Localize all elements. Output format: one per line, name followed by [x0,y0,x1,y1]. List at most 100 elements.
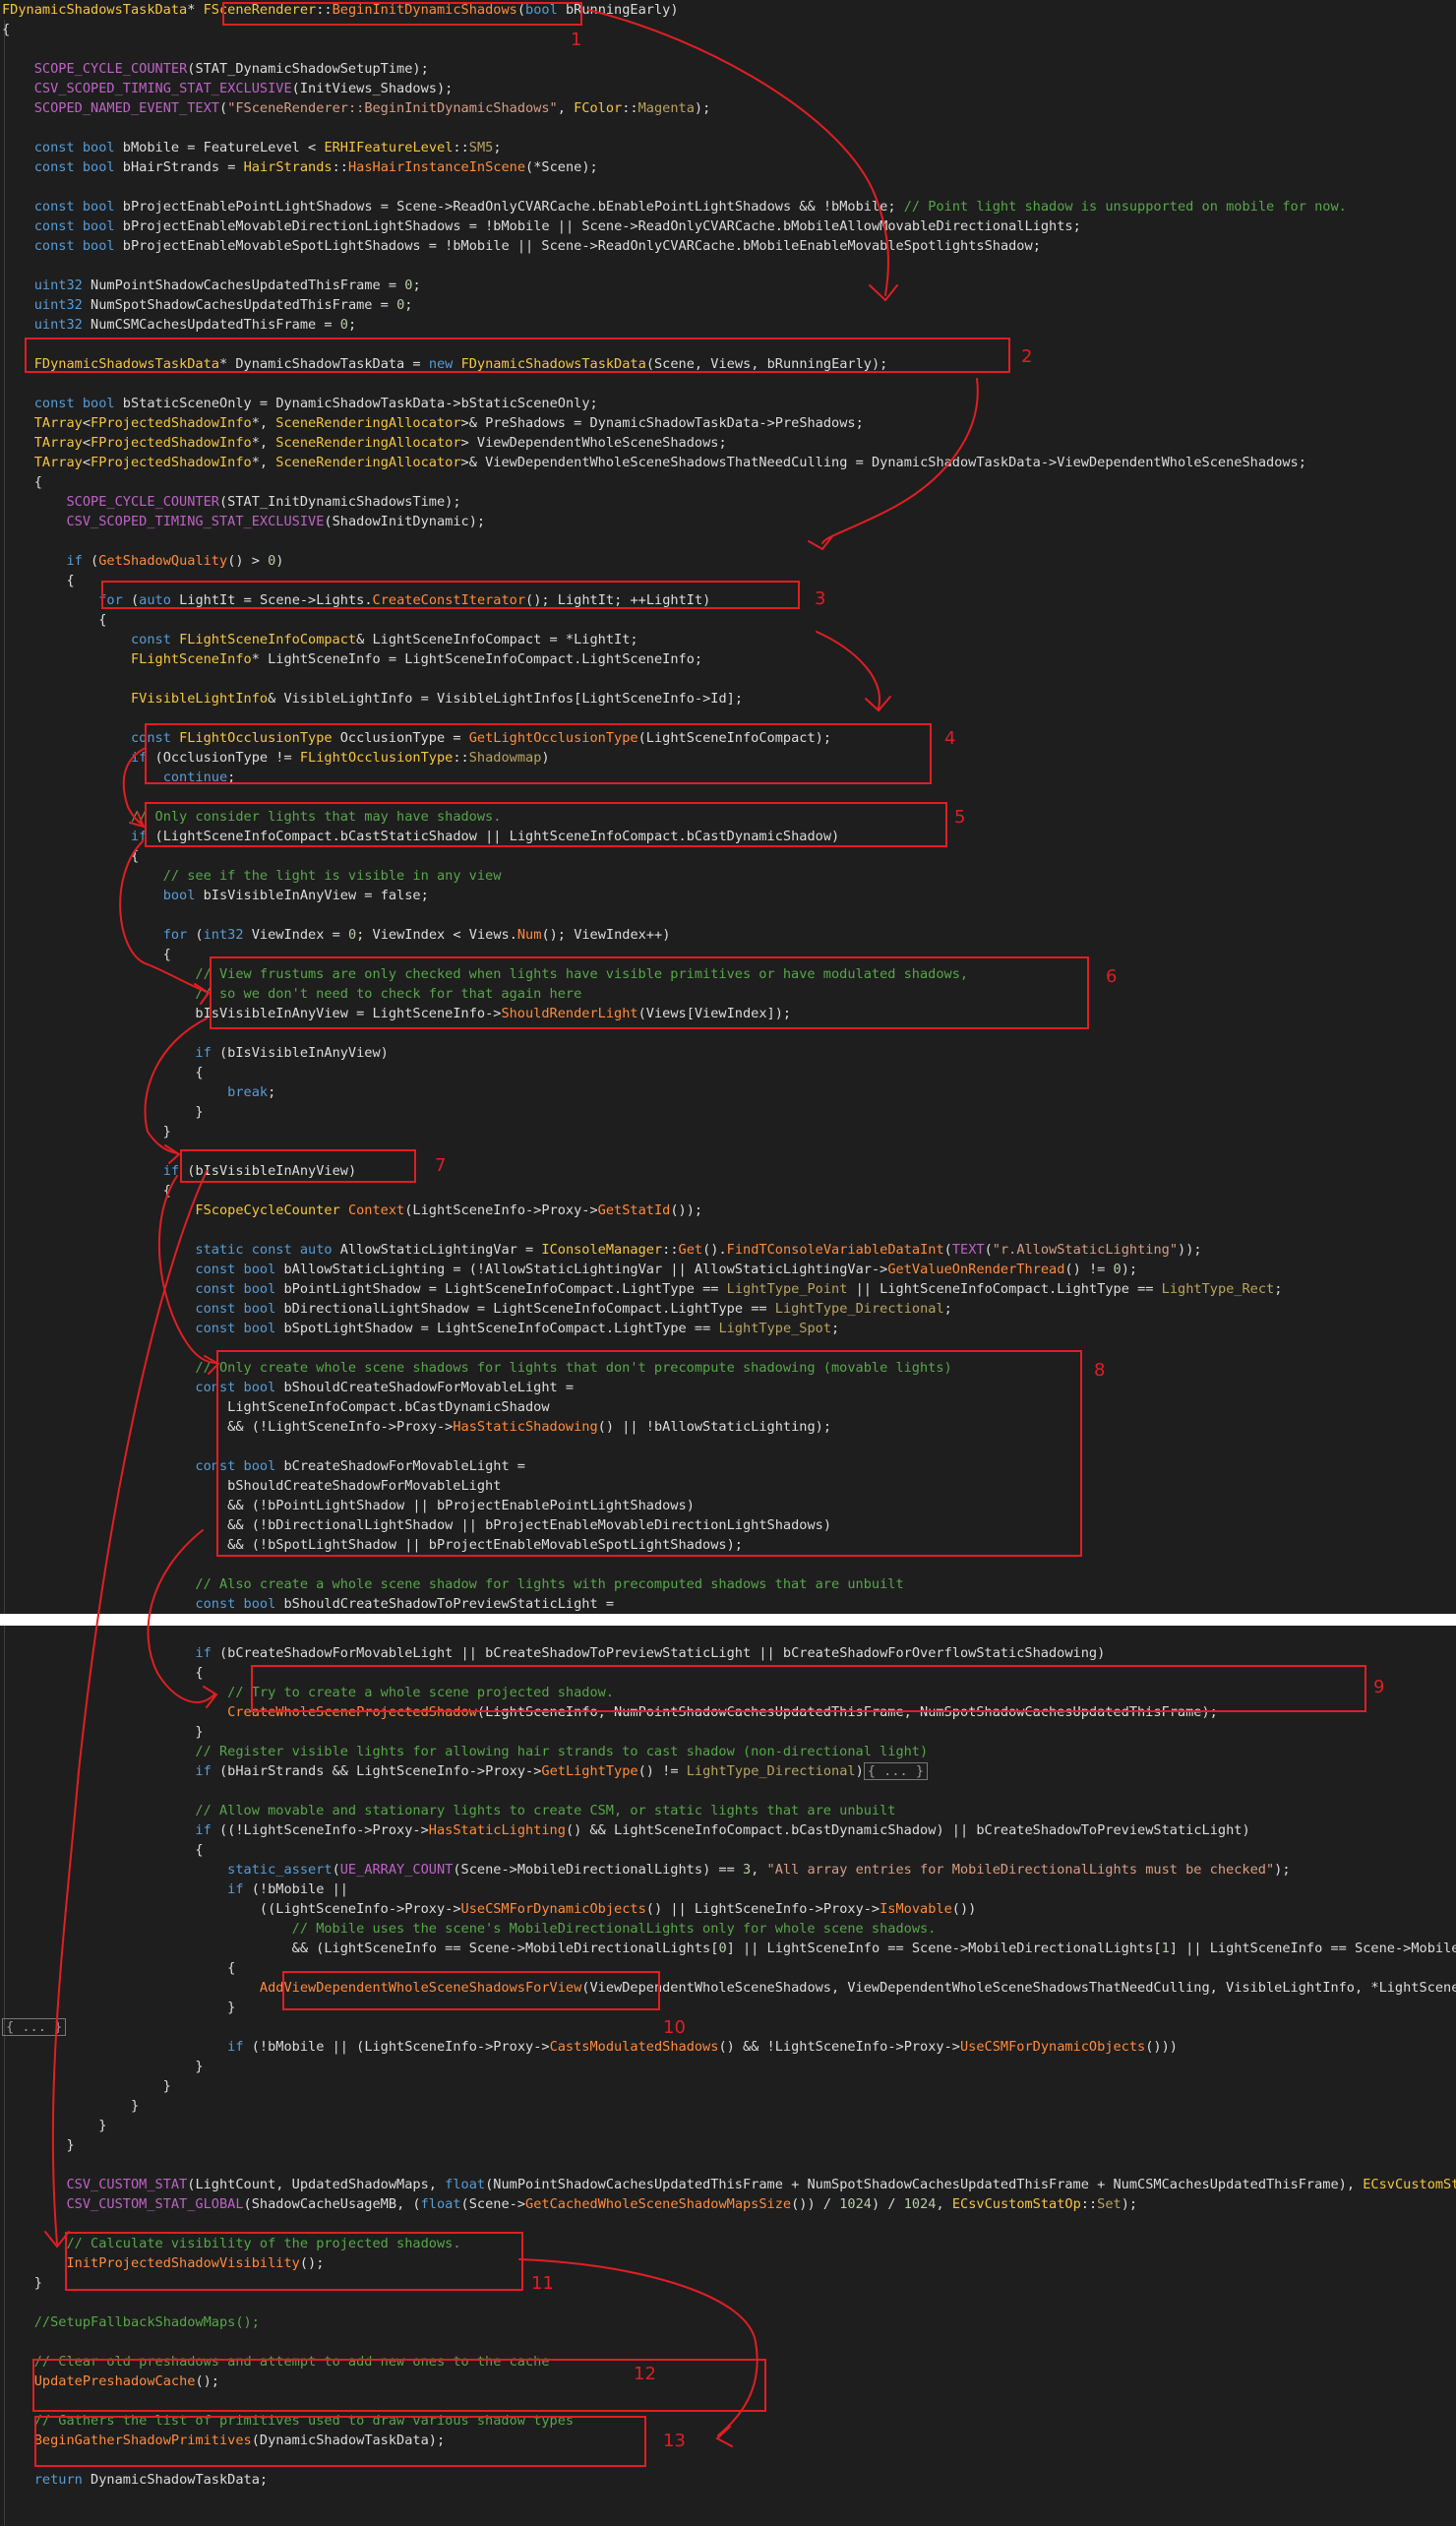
code-line[interactable]: // Also create a whole scene shadow for … [2,1574,903,1594]
annotation-number: 4 [944,728,956,749]
annotation-box [101,581,800,609]
code-line[interactable]: // Allow movable and stationary lights t… [2,1801,895,1820]
code-line[interactable]: && (LightSceneInfo == Scene->MobileDirec… [2,1939,1456,1958]
annotation-box [180,1149,416,1183]
code-line[interactable]: } [2,2273,42,2293]
code-line[interactable]: const bool bShouldCreateShadowToPreviewS… [2,1594,614,1614]
code-line[interactable]: { [2,846,139,866]
code-line[interactable]: } [2,2096,139,2116]
code-line[interactable]: TArray<FProjectedShadowInfo*, SceneRende… [2,433,727,453]
code-line[interactable]: if (GetShadowQuality() > 0) [2,551,283,571]
code-line[interactable]: const bool bProjectEnableMovableSpotLigh… [2,236,1041,256]
code-line[interactable]: { [2,945,171,964]
code-line[interactable]: { [2,571,74,590]
code-line[interactable]: { [2,1063,203,1082]
annotation-box [216,1350,1082,1557]
code-line[interactable]: FLightSceneInfo* LightSceneInfo = LightS… [2,649,702,669]
code-line[interactable]: const bool bMobile = FeatureLevel < ERHI… [2,138,502,157]
code-line[interactable]: if (bIsVisibleInAnyView) [2,1043,388,1063]
annotation-box [210,956,1089,1029]
code-line[interactable]: CSV_CUSTOM_STAT_GLOBAL(ShadowCacheUsageM… [2,2194,1137,2214]
code-line[interactable]: break; [2,1082,275,1102]
code-line[interactable]: { [2,1958,235,1978]
annotation-number: 10 [663,2017,686,2038]
annotation-number: 9 [1373,1677,1385,1697]
code-line[interactable]: // Mobile uses the scene's MobileDirecti… [2,1919,937,1939]
code-line[interactable]: uint32 NumCSMCachesUpdatedThisFrame = 0; [2,315,356,335]
annotation-number: 13 [663,2431,686,2451]
annotation-number: 5 [954,807,966,828]
code-line[interactable]: // Register visible lights for allowing … [2,1742,928,1761]
annotation-number: 6 [1106,966,1118,987]
collapsed-block[interactable]: { ... } [863,1762,929,1780]
code-line[interactable]: FScopeCycleCounter Context(LightSceneInf… [2,1201,702,1220]
code-line[interactable]: } [2,1998,235,2017]
annotation-number: 2 [1021,346,1033,367]
code-line[interactable]: if (!bMobile || (LightSceneInfo->Proxy->… [2,2037,1178,2057]
annotation-number: 1 [571,30,582,50]
code-line[interactable]: } [2,2057,203,2076]
code-line[interactable]: } [2,1102,203,1122]
code-line[interactable]: TArray<FProjectedShadowInfo*, SceneRende… [2,453,1306,472]
code-line[interactable]: } [2,2076,171,2096]
annotation-box [65,2232,523,2291]
code-line[interactable]: const bool bAllowStaticLighting = (!Allo… [2,1260,1137,1279]
code-line[interactable]: //SetupFallbackShadowMaps(); [2,2312,260,2332]
code-line[interactable]: if ((!LightSceneInfo->Proxy->HasStaticLi… [2,1820,1249,1840]
code-line[interactable]: const bool bProjectEnableMovableDirectio… [2,216,1081,236]
code-line[interactable]: { [2,610,106,630]
code-line[interactable]: SCOPE_CYCLE_COUNTER(STAT_InitDynamicShad… [2,492,460,512]
code-line[interactable]: CSV_CUSTOM_STAT(LightCount, UpdatedShado… [2,2175,1456,2194]
code-line[interactable]: { [2,1840,203,1860]
annotation-box [34,2416,646,2467]
code-line[interactable]: const bool bPointLightShadow = LightScen… [2,1279,1282,1299]
annotation-box [145,802,947,847]
annotation-number: 12 [634,2364,656,2384]
code-line[interactable]: uint32 NumSpotShadowCachesUpdatedThisFra… [2,295,413,315]
collapsed-block[interactable]: { ... } [2,2018,67,2036]
code-line[interactable]: } [2,1122,171,1141]
code-line[interactable]: // see if the light is visible in any vi… [2,866,502,886]
code-line[interactable]: bool bIsVisibleInAnyView = false; [2,886,429,905]
annotation-number: 3 [815,588,826,609]
code-line[interactable]: CSV_SCOPED_TIMING_STAT_EXCLUSIVE(InitVie… [2,79,454,98]
annotation-number: 11 [531,2273,554,2294]
code-line[interactable]: } [2,2116,106,2135]
annotation-box [251,1665,1366,1712]
code-line[interactable]: { [2,1181,171,1201]
code-line[interactable]: { ... } [2,2017,67,2037]
code-line[interactable]: TArray<FProjectedShadowInfo*, SceneRende… [2,413,864,433]
code-line[interactable]: ((LightSceneInfo->Proxy->UseCSMForDynami… [2,1899,976,1919]
code-line[interactable]: } [2,1722,203,1742]
code-line[interactable]: return DynamicShadowTaskData; [2,2470,268,2490]
annotation-number: 8 [1094,1360,1106,1381]
code-line[interactable]: for (int32 ViewIndex = 0; ViewIndex < Vi… [2,925,671,945]
annotation-box [32,2359,766,2412]
code-line[interactable]: if (bHairStrands && LightSceneInfo->Prox… [2,1761,929,1781]
code-line[interactable]: SCOPED_NAMED_EVENT_TEXT("FSceneRenderer:… [2,98,711,118]
screenshot-separator [0,1614,1456,1626]
code-line[interactable]: { [2,472,42,492]
annotation-box [282,1971,660,2010]
code-line[interactable]: const bool bHairStrands = HairStrands::H… [2,157,598,177]
code-line[interactable]: { [2,1663,203,1683]
code-line[interactable]: } [2,2135,74,2155]
code-line[interactable]: const bool bProjectEnablePointLightShado… [2,197,1347,216]
code-line[interactable]: CSV_SCOPED_TIMING_STAT_EXCLUSIVE(ShadowI… [2,512,485,531]
code-line[interactable]: const bool bSpotLightShadow = LightScene… [2,1319,839,1338]
code-line[interactable]: const bool bStaticSceneOnly = DynamicSha… [2,394,598,413]
annotation-number: 7 [435,1155,447,1176]
annotation-box [222,2,582,26]
code-line[interactable]: { [2,20,10,39]
code-line[interactable]: SCOPE_CYCLE_COUNTER(STAT_DynamicShadowSe… [2,59,429,79]
code-line[interactable]: FVisibleLightInfo& VisibleLightInfo = Vi… [2,689,743,709]
code-line[interactable]: const FLightSceneInfoCompact& LightScene… [2,630,638,649]
code-line[interactable]: uint32 NumPointShadowCachesUpdatedThisFr… [2,276,421,295]
code-line[interactable]: if (bCreateShadowForMovableLight || bCre… [2,1643,1105,1663]
code-line[interactable]: static const auto AllowStaticLightingVar… [2,1240,1201,1260]
code-line[interactable]: const bool bDirectionalLightShadow = Lig… [2,1299,951,1319]
code-line[interactable]: if (!bMobile || [2,1879,348,1899]
code-line[interactable]: static_assert(UE_ARRAY_COUNT(Scene->Mobi… [2,1860,1290,1879]
code-line[interactable]: AddViewDependentWholeSceneShadowsForView… [2,1978,1456,1998]
annotation-box [25,338,1010,373]
